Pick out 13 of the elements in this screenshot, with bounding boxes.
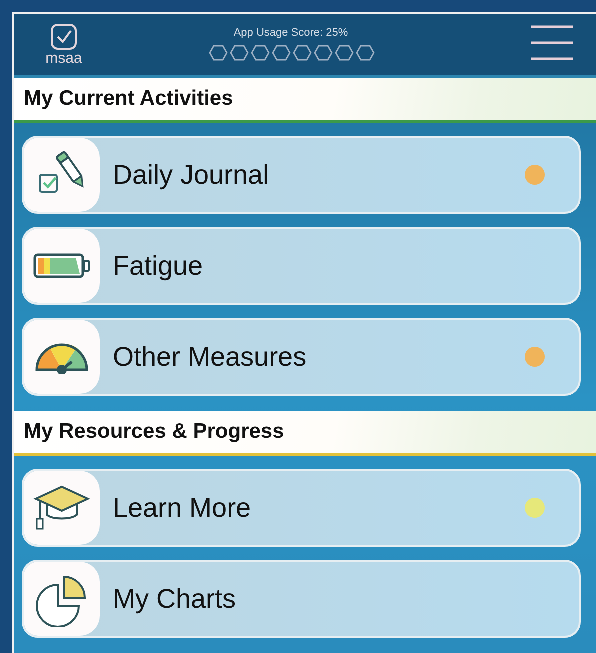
menu-icon [530,23,574,63]
checkbox-logo-icon [50,23,78,51]
usage-score: App Usage Score: 25% [234,27,348,39]
activity-button[interactable]: Daily Journal [22,136,581,214]
section-header: My Resources & Progress [14,411,596,456]
activity-button[interactable]: Learn More [22,469,581,547]
section-header: My Current Activities [14,78,596,123]
logo-text: msaa [46,51,82,66]
graduation-cap-icon [33,483,91,533]
activity-button[interactable]: Other Measures [22,318,581,396]
battery-icon [33,251,91,281]
activity-button[interactable]: My Charts [22,560,581,638]
activity-button[interactable]: Fatigue [22,227,581,305]
